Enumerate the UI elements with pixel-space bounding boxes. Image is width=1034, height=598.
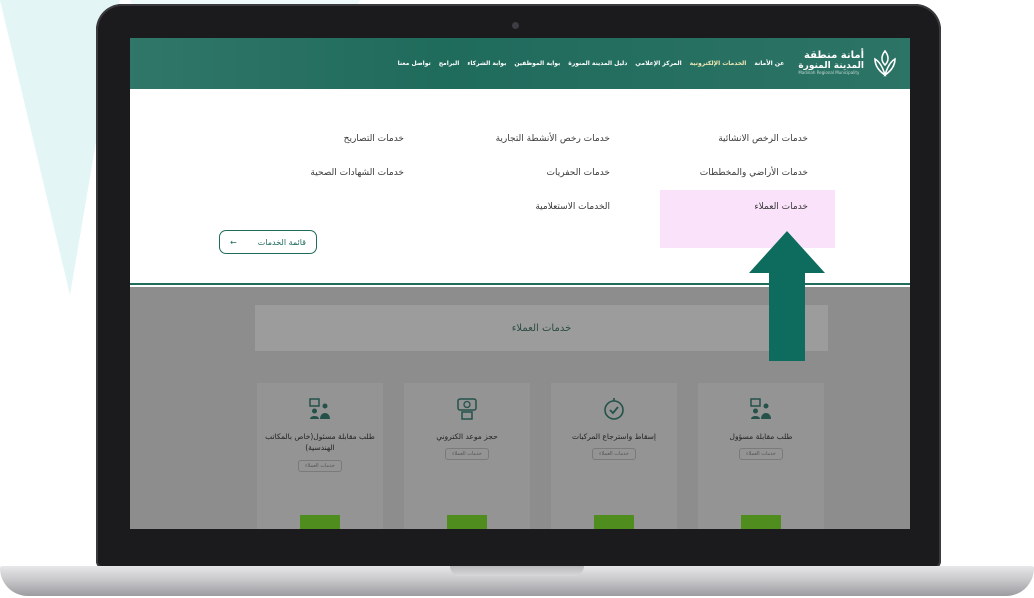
service-card[interactable]: إسقاط واسترجاع المركبات خدمات العملاء (551, 383, 677, 529)
camera-icon (512, 22, 519, 29)
nav-contact[interactable]: تواصل معنا (398, 60, 431, 67)
card-title: طلب مقابلة مسئول(خاص بالمكاتب الهندسية) (265, 432, 375, 453)
check-circle-icon (604, 398, 624, 420)
meeting-icon (750, 398, 771, 419)
meeting-icon (309, 398, 330, 419)
nav-employees-portal[interactable]: بوابة الموظفين (514, 60, 560, 67)
menu-link-lands-plans[interactable]: خدمات الأراضي والمخططات (700, 168, 808, 178)
service-card[interactable]: طلب مقابلة مسئول(خاص بالمكاتب الهندسية) … (257, 383, 383, 529)
nav-eservices[interactable]: الخدمات الإلكترونية (690, 60, 747, 67)
card-category-tag: خدمات العملاء (445, 448, 489, 461)
menu-link-inquiry-services[interactable]: الخدمات الاستعلامية (535, 202, 610, 212)
card-title: إسقاط واسترجاع المركبات (572, 432, 656, 441)
site-logo[interactable]: أمانة منطقة المدينة المنورة Madinah Regi… (798, 49, 900, 79)
nav-media-center[interactable]: المركز الإعلامي (635, 60, 681, 67)
section-title: خدمات العملاء (511, 322, 572, 334)
card-category-tag: خدمات العملاء (739, 448, 783, 461)
menu-link-permits[interactable]: خدمات التصاريح (344, 134, 404, 144)
card-title: حجز موعد الكتروني (436, 432, 498, 441)
card-action-button[interactable] (300, 515, 340, 529)
card-action-button[interactable] (594, 515, 634, 529)
nav-about[interactable]: عن الأمانة (754, 60, 784, 67)
service-card[interactable]: طلب مقابلة مسؤول خدمات العملاء (698, 383, 824, 529)
nav-programs[interactable]: البرامج (439, 60, 460, 67)
site-header: أمانة منطقة المدينة المنورة Madinah Regi… (130, 38, 910, 89)
card-title: طلب مقابلة مسؤول (729, 432, 793, 441)
services-list-label: قائمة الخدمات (257, 237, 306, 247)
logo-line-3: Madinah Regional Municipality (798, 70, 860, 76)
nav-partners-portal[interactable]: بوابة الشركاء (467, 60, 506, 67)
main-nav: عن الأمانة الخدمات الإلكترونية المركز ال… (398, 60, 785, 67)
logo-icon (874, 49, 896, 77)
appointment-icon (457, 398, 477, 420)
section-title-bar: خدمات العملاء (255, 305, 828, 351)
card-category-tag: خدمات العملاء (592, 448, 636, 461)
card-category-tag: خدمات العملاء (298, 459, 342, 472)
logo-text: أمانة منطقة المدينة المنورة Madinah Regi… (798, 51, 864, 75)
card-action-button[interactable] (741, 515, 781, 529)
menu-link-construction-permits[interactable]: خدمات الرخص الانشائية (718, 134, 808, 144)
menu-link-health-certificates[interactable]: خدمات الشهادات الصحية (310, 168, 404, 178)
arrow-left-icon: ← (230, 237, 237, 247)
pointer-arrow-icon (749, 231, 825, 361)
menu-link-customer-services[interactable]: خدمات العملاء (754, 202, 808, 212)
menu-link-excavations[interactable]: خدمات الحفريات (547, 168, 610, 178)
nav-city-guide[interactable]: دليل المدينة المنورة (568, 60, 627, 67)
laptop-notch (450, 566, 584, 576)
service-card[interactable]: حجز موعد الكتروني خدمات العملاء (404, 383, 530, 529)
menu-link-commercial-licenses[interactable]: خدمات رخص الأنشطة التجارية (496, 134, 610, 144)
services-list-button[interactable]: قائمة الخدمات ← (219, 230, 317, 254)
card-action-button[interactable] (447, 515, 487, 529)
browser-screen: أمانة منطقة المدينة المنورة Madinah Regi… (130, 38, 910, 529)
